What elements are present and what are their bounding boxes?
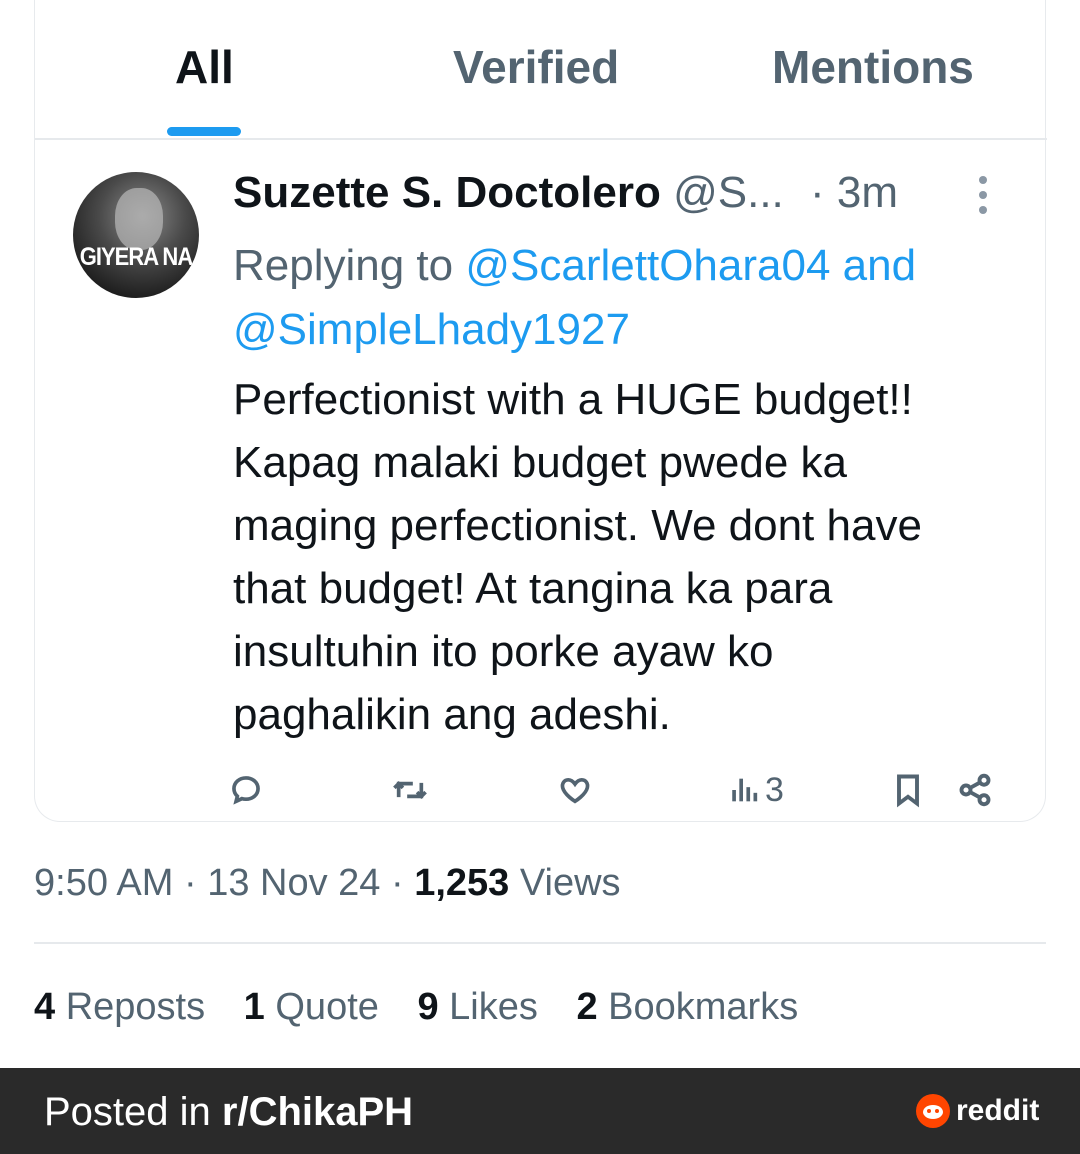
likes-stat[interactable]: 9 Likes: [417, 986, 537, 1028]
more-options-icon[interactable]: [975, 176, 991, 222]
author-name[interactable]: Suzette S. Doctolero: [233, 168, 661, 217]
author-row: Suzette S. Doctolero @S... · 3m: [233, 168, 898, 218]
tab-verified[interactable]: Verified: [453, 40, 619, 94]
share-icon: [959, 773, 991, 807]
reposts-count: 4: [34, 986, 56, 1028]
tweet-card: All Verified Mentions GIYERA NA Suzette …: [34, 0, 1047, 822]
author-handle[interactable]: @S...: [673, 168, 784, 217]
subreddit-link[interactable]: r/ChikaPH: [222, 1090, 413, 1134]
tweet-text: Perfectionist with a HUGE budget!! Kapag…: [233, 375, 922, 739]
analytics-icon: [732, 778, 758, 802]
reposts-label: Reposts: [65, 986, 206, 1028]
reply-button[interactable]: [229, 770, 263, 810]
bookmarks-count: 2: [576, 986, 598, 1028]
posted-in: Posted in r/ChikaPH: [44, 1090, 413, 1135]
bookmark-icon: [897, 774, 919, 808]
engagement-stats: 4 Reposts 1 Quote 9 Likes 2 Bookmarks: [34, 986, 826, 1029]
tweet-meta: 9:50 AM · 13 Nov 24 · 1,253 Views: [34, 862, 621, 905]
reddit-wordmark: reddit: [956, 1094, 1040, 1127]
divider: [34, 942, 1046, 944]
likes-label: Likes: [449, 986, 538, 1028]
bookmark-button[interactable]: [893, 770, 923, 810]
repost-icon: [393, 781, 427, 799]
tab-mentions[interactable]: Mentions: [772, 40, 974, 94]
meta-views-number: 1,253: [414, 862, 510, 904]
share-button[interactable]: [957, 770, 993, 810]
avatar-photo: [115, 188, 163, 250]
views-button[interactable]: 3: [729, 770, 784, 810]
mention-link[interactable]: @SimpleLhady1927: [233, 305, 630, 354]
mention-link[interactable]: @ScarlettOhara04: [465, 241, 830, 290]
avatar[interactable]: GIYERA NA: [73, 172, 199, 298]
heart-icon: [560, 777, 590, 804]
active-tab-indicator: [167, 127, 241, 136]
meta-separator: ·: [183, 862, 197, 904]
meta-views-label: Views: [519, 862, 621, 904]
quotes-count: 1: [243, 986, 265, 1028]
reply-prefix: Replying to: [233, 241, 454, 290]
tweet-time[interactable]: · 3m: [810, 168, 898, 217]
reply-and: and: [842, 241, 917, 290]
meta-separator: ·: [391, 862, 404, 904]
bookmarks-stat[interactable]: 2 Bookmarks: [576, 986, 798, 1028]
quotes-label: Quote: [275, 986, 379, 1028]
reply-icon: [232, 776, 260, 805]
meta-date[interactable]: 13 Nov 24: [207, 862, 380, 904]
likes-count: 9: [417, 986, 439, 1028]
posted-in-label: Posted in: [44, 1090, 222, 1134]
tab-bar: All Verified Mentions: [35, 0, 1047, 140]
reddit-logo: reddit: [916, 1094, 1039, 1128]
like-button[interactable]: [557, 770, 593, 810]
reddit-footer: Posted in r/ChikaPH reddit: [0, 1068, 1080, 1154]
bookmarks-label: Bookmarks: [608, 986, 799, 1028]
reddit-snoo-icon: [916, 1094, 950, 1128]
avatar-caption: GIYERA NA: [79, 242, 193, 271]
tab-all[interactable]: All: [175, 40, 234, 94]
views-count: 3: [765, 770, 784, 809]
quotes-stat[interactable]: 1 Quote: [244, 986, 379, 1028]
repost-button[interactable]: [391, 770, 429, 810]
reposts-stat[interactable]: 4 Reposts: [34, 986, 205, 1028]
meta-time[interactable]: 9:50 AM: [34, 862, 173, 904]
replying-to: Replying to @ScarlettOhara04 and @Simple…: [233, 234, 1013, 362]
